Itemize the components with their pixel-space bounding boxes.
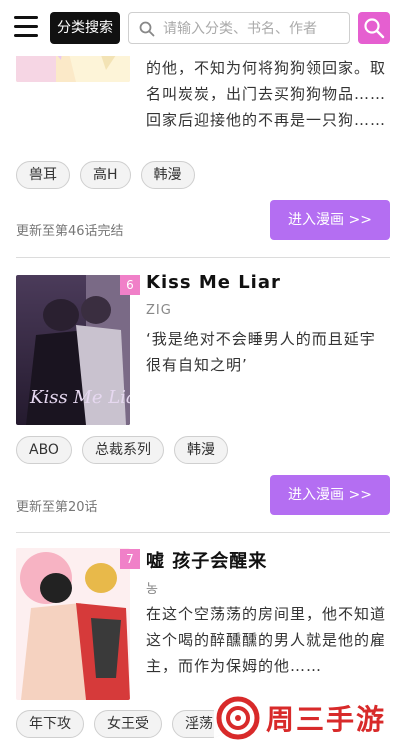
comic-description: 的他，不知为何将狗狗领回家。取名叫炭炭，出门去买狗狗物品……回家后迎接他的不再是… (146, 59, 387, 129)
cover-title-art: Kiss Me Liar (29, 387, 130, 408)
rank-badge: 6 (120, 275, 140, 295)
tag-list: 兽耳 高H 韩漫 (16, 161, 195, 189)
search-icon (139, 21, 155, 37)
tag[interactable]: 高H (80, 161, 131, 189)
comic-title[interactable]: Kiss Me Liar (146, 272, 281, 293)
comic-list: 的他，不知为何将狗狗领回家。取名叫炭炭，出门去买狗狗物品……回家后迎接他的不再是… (0, 0, 410, 744)
update-status: 更新至第46话完结 (16, 224, 124, 239)
comic-cover[interactable] (16, 548, 130, 700)
watermark-text: 周三手游网 (266, 703, 387, 744)
tag[interactable]: ABO (16, 436, 72, 464)
category-search-button[interactable]: 分类搜索 (50, 12, 120, 44)
search-box (128, 12, 350, 44)
tag[interactable]: 女王受 (94, 710, 162, 738)
tag[interactable]: 韩漫 (140, 161, 195, 189)
read-comic-button[interactable]: 进入漫画 >> (270, 475, 390, 515)
tag-list: ABO 总裁系列 韩漫 (16, 436, 228, 464)
comic-cover[interactable]: Kiss Me Liar (16, 275, 130, 425)
tag[interactable]: 韩漫 (173, 436, 228, 464)
search-submit-button[interactable] (358, 12, 390, 44)
update-status: 更新至第20话 (16, 500, 98, 515)
tag[interactable]: 兽耳 (16, 161, 70, 189)
search-input[interactable] (163, 18, 343, 40)
rank-badge: 7 (120, 549, 140, 569)
comic-description: 在这个空荡荡的房间里，他不知道这个喝的醉醺醺的男人就是他的雇主，而作为保姆的他…… (146, 605, 387, 675)
comic-title[interactable]: 嘘 孩子会醒来 (146, 547, 267, 573)
site-watermark: 周三手游网 (214, 692, 410, 744)
menu-icon[interactable] (14, 16, 38, 38)
watermark-logo-icon (216, 696, 260, 740)
top-header: 分类搜索 (0, 0, 410, 56)
divider (16, 532, 390, 533)
comic-author: ZIG (146, 303, 172, 318)
comic-author: 농 (146, 582, 159, 597)
read-comic-button[interactable]: 进入漫画 >> (270, 200, 390, 240)
comic-description: ‘我是绝对不会睡男人的而且延宇很有自知之明’ (146, 330, 376, 374)
tag[interactable]: 总裁系列 (81, 436, 164, 464)
tag-list: 年下攻 女王受 淫荡 (16, 710, 226, 738)
search-icon (364, 18, 385, 39)
tag[interactable]: 年下攻 (16, 710, 84, 738)
divider (16, 257, 390, 258)
